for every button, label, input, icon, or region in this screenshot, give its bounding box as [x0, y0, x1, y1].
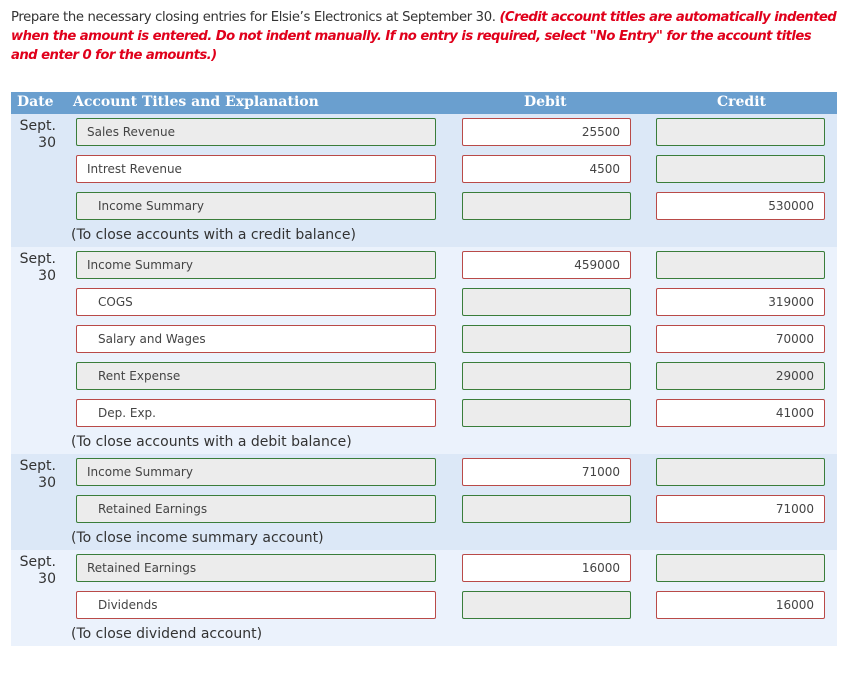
journal-entries: Sept. 30 Sales Revenue 25500 Intrest Revenue… — [11, 114, 837, 646]
credit-input[interactable]: 71000 — [656, 495, 825, 523]
debit-input[interactable] — [462, 288, 631, 316]
credit-input[interactable]: 70000 — [656, 325, 825, 353]
account-title-input[interactable]: Dividends — [76, 591, 436, 619]
debit-input[interactable] — [462, 192, 631, 220]
entry-explanation: (To close income summary account) — [71, 530, 324, 546]
credit-input[interactable]: 530000 — [656, 192, 825, 220]
entry-line: Intrest Revenue 4500 — [11, 151, 837, 188]
journal-entry: Sept. 30 Income Summary 459000 COGS 319000 Sal… — [11, 247, 837, 454]
journal-entry: Sept. 30 Sales Revenue 25500 Intrest Revenue… — [11, 114, 837, 247]
header-debit: Debit — [524, 94, 567, 110]
header-account: Account Titles and Explanation — [73, 94, 319, 110]
entry-line: Dep. Exp. 41000 — [11, 395, 837, 432]
account-title-input[interactable]: Income Summary — [76, 251, 436, 279]
credit-input[interactable] — [656, 118, 825, 146]
entry-line: Income Summary 459000 — [11, 247, 837, 284]
entry-line: Dividends 16000 — [11, 587, 837, 624]
instructions: Prepare the necessary closing entries fo… — [11, 8, 841, 65]
entry-line: Retained Earnings 16000 — [11, 550, 837, 587]
account-title-input[interactable]: Retained Earnings — [76, 554, 436, 582]
account-title-input[interactable]: Income Summary — [76, 192, 436, 220]
debit-input[interactable]: 459000 — [462, 251, 631, 279]
debit-input[interactable]: 16000 — [462, 554, 631, 582]
credit-input[interactable]: 16000 — [656, 591, 825, 619]
account-title-input[interactable]: COGS — [76, 288, 436, 316]
credit-input[interactable] — [656, 251, 825, 279]
entry-line: Salary and Wages 70000 — [11, 321, 837, 358]
account-title-input[interactable]: Intrest Revenue — [76, 155, 436, 183]
account-title-input[interactable]: Dep. Exp. — [76, 399, 436, 427]
credit-input[interactable]: 319000 — [656, 288, 825, 316]
credit-input[interactable] — [656, 554, 825, 582]
account-title-input[interactable]: Rent Expense — [76, 362, 436, 390]
credit-input[interactable] — [656, 155, 825, 183]
debit-input[interactable] — [462, 495, 631, 523]
credit-input[interactable]: 41000 — [656, 399, 825, 427]
journal-entry-table: Date Account Titles and Explanation Debi… — [11, 92, 837, 646]
header-date: Date — [17, 94, 54, 110]
debit-input[interactable] — [462, 399, 631, 427]
journal-entry: Sept. 30 Retained Earnings 16000 Dividends 16… — [11, 550, 837, 646]
table-header: Date Account Titles and Explanation Debi… — [11, 92, 837, 114]
instructions-text: Prepare the necessary closing entries fo… — [11, 10, 500, 25]
entry-line: COGS 319000 — [11, 284, 837, 321]
account-title-input[interactable]: Income Summary — [76, 458, 436, 486]
account-title-input[interactable]: Retained Earnings — [76, 495, 436, 523]
account-title-input[interactable]: Salary and Wages — [76, 325, 436, 353]
debit-input[interactable]: 71000 — [462, 458, 631, 486]
entry-explanation: (To close accounts with a debit balance) — [71, 434, 352, 450]
journal-entry: Sept. 30 Income Summary 71000 Retained Earni… — [11, 454, 837, 550]
debit-input[interactable] — [462, 325, 631, 353]
account-title-input[interactable]: Sales Revenue — [76, 118, 436, 146]
header-credit: Credit — [717, 94, 766, 110]
entry-explanation: (To close accounts with a credit balance… — [71, 227, 356, 243]
debit-input[interactable] — [462, 591, 631, 619]
entry-line: Income Summary 71000 — [11, 454, 837, 491]
entry-line: Income Summary 530000 — [11, 188, 837, 225]
credit-input[interactable] — [656, 458, 825, 486]
debit-input[interactable]: 4500 — [462, 155, 631, 183]
debit-input[interactable] — [462, 362, 631, 390]
credit-input[interactable]: 29000 — [656, 362, 825, 390]
entry-line: Sales Revenue 25500 — [11, 114, 837, 151]
entry-line: Retained Earnings 71000 — [11, 491, 837, 528]
debit-input[interactable]: 25500 — [462, 118, 631, 146]
entry-explanation: (To close dividend account) — [71, 626, 263, 642]
entry-line: Rent Expense 29000 — [11, 358, 837, 395]
